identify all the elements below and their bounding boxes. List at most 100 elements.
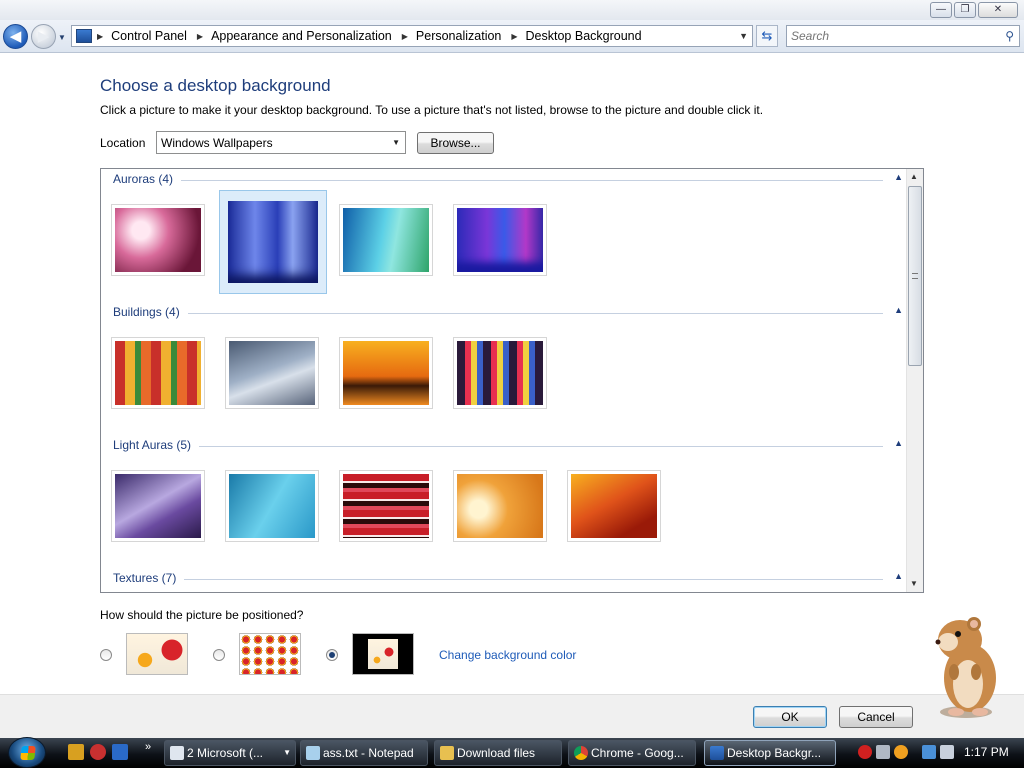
wallpaper-image <box>457 341 543 405</box>
position-fill-preview[interactable] <box>126 633 188 675</box>
group-divider <box>113 313 883 314</box>
wallpaper-thumbnail[interactable] <box>339 470 433 542</box>
wallpaper-thumbnail[interactable] <box>225 470 319 542</box>
group-header-textures[interactable]: Textures (7) ▲ <box>113 571 905 587</box>
window-icon <box>170 746 184 760</box>
clock[interactable]: 1:17 PM <box>964 745 1009 759</box>
breadcrumb-desktop-background[interactable]: Desktop Background <box>526 29 642 43</box>
chevron-right-icon[interactable]: ▶ <box>197 32 203 41</box>
taskbar-button-download-files[interactable]: Download files <box>434 740 562 766</box>
cancel-button[interactable]: Cancel <box>839 706 913 728</box>
group-divider <box>113 579 883 580</box>
taskbar-button-label: Download files <box>457 746 536 760</box>
wallpaper-thumbnail[interactable] <box>339 337 433 409</box>
breadcrumb: ▶ Control Panel ▶ Appearance and Persona… <box>97 29 652 43</box>
position-center-preview[interactable] <box>352 633 414 675</box>
start-button[interactable] <box>8 737 46 768</box>
search-icon[interactable]: ⚲ <box>1005 29 1014 43</box>
wallpaper-thumbnail[interactable] <box>453 470 547 542</box>
wallpaper-image <box>115 474 201 538</box>
chevron-right-icon[interactable]: ▶ <box>402 32 408 41</box>
position-center-radio[interactable] <box>326 649 338 661</box>
wallpaper-gallery[interactable]: Auroras (4) ▲ Buildings (4) ▲ Light Aura… <box>100 168 924 593</box>
title-bar: — ❐ ✕ <box>0 0 1024 20</box>
quicklaunch-desktop-icon[interactable] <box>112 744 128 760</box>
dialog-footer: OK Cancel <box>0 694 1024 738</box>
network-icon[interactable] <box>922 745 936 759</box>
browse-button[interactable]: Browse... <box>417 132 494 154</box>
collapse-icon[interactable]: ▲ <box>894 172 903 182</box>
volume-icon[interactable] <box>940 745 954 759</box>
search-box: ⚲ <box>786 25 1020 47</box>
chevron-right-icon[interactable]: ▶ <box>97 32 103 41</box>
search-tray-icon[interactable] <box>894 745 908 759</box>
scrollbar-thumb[interactable] <box>908 186 922 366</box>
quicklaunch-more-icon[interactable]: » <box>145 741 151 753</box>
change-background-color-link[interactable]: Change background color <box>439 648 576 662</box>
group-header-auroras[interactable]: Auroras (4) ▲ <box>113 172 905 188</box>
group-header-buildings[interactable]: Buildings (4) ▲ <box>113 305 905 321</box>
group-title: Buildings (4) <box>113 305 188 319</box>
wallpaper-image <box>343 341 429 405</box>
quicklaunch-app-icon[interactable] <box>68 744 84 760</box>
address-bar[interactable]: ▶ Control Panel ▶ Appearance and Persona… <box>71 25 753 47</box>
taskbar-button-label: 2 Microsoft (... <box>187 746 264 760</box>
taskbar-button-chrome[interactable]: Chrome - Goog... <box>568 740 696 766</box>
wallpaper-thumbnail[interactable] <box>453 204 547 276</box>
chevron-down-icon: ▼ <box>392 138 400 147</box>
wallpaper-thumbnail[interactable] <box>111 470 205 542</box>
group-title: Light Auras (5) <box>113 438 200 452</box>
security-alert-icon[interactable] <box>858 745 872 759</box>
group-header-light-auras[interactable]: Light Auras (5) ▲ <box>113 438 905 454</box>
address-dropdown-icon[interactable]: ▼ <box>739 31 748 41</box>
wallpaper-thumbnail[interactable] <box>111 337 205 409</box>
taskbar-button-desktop-background[interactable]: Desktop Backgr... <box>704 740 836 766</box>
breadcrumb-personalization[interactable]: Personalization <box>416 29 501 43</box>
wallpaper-image <box>115 208 201 272</box>
position-tile-radio[interactable] <box>213 649 225 661</box>
position-tile-preview[interactable] <box>239 633 301 675</box>
scroll-down-icon[interactable]: ▼ <box>910 579 918 588</box>
navigation-bar: ◀ ▶ ▼ ▶ Control Panel ▶ Appearance and P… <box>0 20 1024 53</box>
wallpaper-thumbnail[interactable] <box>339 204 433 276</box>
gallery-scrollbar[interactable]: ▲ ▼ <box>906 169 923 592</box>
wallpaper-thumbnail[interactable] <box>111 204 205 276</box>
system-tray: 1:17 PM <box>852 740 1024 766</box>
position-fill-radio[interactable] <box>100 649 112 661</box>
back-arrow-icon: ◀ <box>9 28 22 45</box>
minimize-button[interactable]: — <box>930 2 952 18</box>
recent-pages-dropdown[interactable]: ▼ <box>58 33 66 42</box>
grip-icon <box>912 273 918 279</box>
taskbar-button-microsoft[interactable]: 2 Microsoft (... ▼ <box>164 740 296 766</box>
close-button[interactable]: ✕ <box>978 2 1018 18</box>
breadcrumb-control-panel[interactable]: Control Panel <box>111 29 187 43</box>
wallpaper-image <box>229 341 315 405</box>
back-button[interactable]: ◀ <box>3 24 28 49</box>
wallpaper-thumbnail[interactable] <box>567 470 661 542</box>
taskbar-button-notepad[interactable]: ass.txt - Notepad <box>300 740 428 766</box>
tray-app-icon[interactable] <box>876 745 890 759</box>
control-panel-icon <box>76 29 92 43</box>
refresh-button[interactable]: ⇆ <box>756 25 778 47</box>
location-select[interactable]: Windows Wallpapers ▼ <box>156 131 406 154</box>
chevron-right-icon[interactable]: ▶ <box>511 32 517 41</box>
quicklaunch-shield-icon[interactable] <box>90 744 106 760</box>
notepad-icon <box>306 746 320 760</box>
maximize-button[interactable]: ❐ <box>954 2 976 18</box>
ok-button[interactable]: OK <box>753 706 827 728</box>
scroll-up-icon[interactable]: ▲ <box>910 172 918 181</box>
wallpaper-image <box>343 474 429 538</box>
group-divider <box>113 446 883 447</box>
collapse-icon[interactable]: ▲ <box>894 571 903 581</box>
forward-button[interactable]: ▶ <box>31 24 56 49</box>
wallpaper-image <box>457 474 543 538</box>
hamster-mascot-icon[interactable] <box>924 612 1008 720</box>
collapse-icon[interactable]: ▲ <box>894 305 903 315</box>
wallpaper-thumbnail[interactable] <box>453 337 547 409</box>
folder-icon <box>440 746 454 760</box>
wallpaper-thumbnail[interactable] <box>225 337 319 409</box>
search-input[interactable] <box>787 26 987 46</box>
wallpaper-thumbnail-selected[interactable] <box>219 190 327 294</box>
breadcrumb-appearance[interactable]: Appearance and Personalization <box>211 29 392 43</box>
collapse-icon[interactable]: ▲ <box>894 438 903 448</box>
